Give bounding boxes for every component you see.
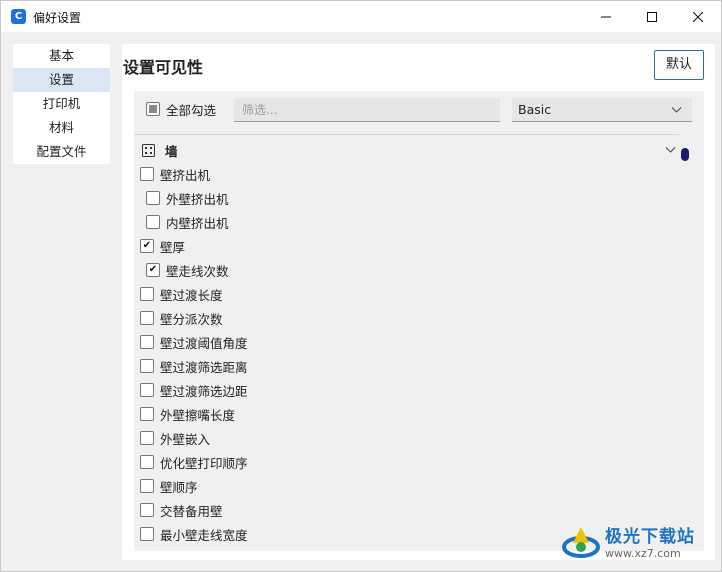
maximize-icon bbox=[647, 11, 657, 22]
settings-visibility-panel: 设置可见性 默认 全部勾选 Basic 墙 bbox=[122, 44, 715, 560]
setting-label: 壁过渡长度 bbox=[160, 287, 223, 303]
window-title: 偏好设置 bbox=[33, 11, 82, 25]
setting-label: 交替备用壁 bbox=[160, 503, 223, 519]
chevron-down-icon bbox=[671, 107, 682, 113]
minimize-button[interactable] bbox=[583, 1, 629, 32]
preferences-window: C 偏好设置 基本 设置 打印机 材料 配置文件 设置可见性 默认 全部勾选 B… bbox=[0, 0, 722, 572]
category-header-wall[interactable]: 墙 bbox=[142, 140, 682, 160]
setting-label: 壁分派次数 bbox=[160, 311, 223, 327]
close-icon bbox=[693, 11, 703, 22]
setting-list: 壁挤出机外壁挤出机内壁挤出机壁厚壁走线次数壁过渡长度壁分派次数壁过渡阈值角度壁过… bbox=[140, 162, 670, 546]
setting-checkbox[interactable] bbox=[146, 215, 160, 229]
scrollbar-thumb[interactable] bbox=[681, 148, 689, 161]
setting-label: 外壁挤出机 bbox=[166, 191, 229, 207]
watermark: 极光下载站 www.xz7.com bbox=[561, 519, 721, 567]
maximize-button[interactable] bbox=[629, 1, 675, 32]
filter-input[interactable] bbox=[234, 98, 500, 122]
watermark-url: www.xz7.com bbox=[605, 546, 681, 560]
category-label: 墙 bbox=[165, 143, 178, 159]
setting-checkbox[interactable] bbox=[146, 263, 160, 277]
watermark-brand: 极光下载站 bbox=[605, 526, 695, 547]
setting-label: 壁顺序 bbox=[160, 479, 198, 495]
setting-item[interactable]: 内壁挤出机 bbox=[140, 210, 670, 234]
setting-checkbox[interactable] bbox=[140, 167, 154, 181]
setting-item[interactable]: 外壁挤出机 bbox=[140, 186, 670, 210]
sidebar-item-materials[interactable]: 材料 bbox=[13, 116, 110, 140]
page-title: 设置可见性 bbox=[123, 58, 204, 77]
setting-checkbox[interactable] bbox=[140, 239, 154, 253]
setting-item[interactable]: 壁顺序 bbox=[140, 474, 670, 498]
setting-label: 最小壁走线宽度 bbox=[160, 527, 248, 543]
close-button[interactable] bbox=[675, 1, 721, 32]
setting-checkbox[interactable] bbox=[140, 527, 154, 541]
setting-label: 外壁嵌入 bbox=[160, 431, 211, 447]
category-divider bbox=[134, 134, 679, 135]
setting-label: 壁挤出机 bbox=[160, 167, 211, 183]
setting-label: 壁过渡筛选距离 bbox=[160, 359, 248, 375]
setting-item[interactable]: 优化壁打印顺序 bbox=[140, 450, 670, 474]
setting-checkbox[interactable] bbox=[140, 335, 154, 349]
visibility-level-value: Basic bbox=[518, 102, 552, 117]
select-all-checkbox-row[interactable]: 全部勾选 bbox=[146, 99, 216, 119]
setting-item[interactable]: 外壁嵌入 bbox=[140, 426, 670, 450]
settings-list-area: 全部勾选 Basic 墙 壁挤出机外壁挤出机内壁挤出机壁厚壁走线次数壁过渡长度壁… bbox=[134, 91, 704, 551]
setting-item[interactable]: 外壁擦嘴长度 bbox=[140, 402, 670, 426]
setting-item[interactable]: 壁走线次数 bbox=[140, 258, 670, 282]
select-all-checkbox[interactable] bbox=[146, 102, 160, 116]
setting-item[interactable]: 壁过渡筛选距离 bbox=[140, 354, 670, 378]
setting-checkbox[interactable] bbox=[140, 383, 154, 397]
setting-label: 优化壁打印顺序 bbox=[160, 455, 248, 471]
setting-checkbox[interactable] bbox=[140, 455, 154, 469]
setting-checkbox[interactable] bbox=[140, 503, 154, 517]
setting-checkbox[interactable] bbox=[140, 311, 154, 325]
setting-label: 壁过渡阈值角度 bbox=[160, 335, 248, 351]
setting-item[interactable]: 壁过渡筛选边距 bbox=[140, 378, 670, 402]
setting-checkbox[interactable] bbox=[146, 191, 160, 205]
setting-checkbox[interactable] bbox=[140, 407, 154, 421]
setting-label: 壁过渡筛选边距 bbox=[160, 383, 248, 399]
setting-label: 壁厚 bbox=[160, 239, 186, 255]
setting-item[interactable]: 壁厚 bbox=[140, 234, 670, 258]
sidebar-item-profiles[interactable]: 配置文件 bbox=[13, 140, 110, 164]
setting-label: 壁走线次数 bbox=[166, 263, 229, 279]
sidebar-item-printers[interactable]: 打印机 bbox=[13, 92, 110, 116]
app-logo-icon: C bbox=[11, 9, 26, 24]
sidebar-item-settings[interactable]: 设置 bbox=[13, 68, 110, 92]
grid-icon bbox=[142, 143, 155, 157]
visibility-level-select[interactable]: Basic bbox=[512, 98, 692, 122]
default-button[interactable]: 默认 bbox=[654, 50, 704, 80]
watermark-logo-icon bbox=[562, 527, 600, 558]
setting-item[interactable]: 壁过渡长度 bbox=[140, 282, 670, 306]
setting-item[interactable]: 壁分派次数 bbox=[140, 306, 670, 330]
sidebar-nav: 基本 设置 打印机 材料 配置文件 bbox=[13, 44, 110, 164]
setting-checkbox[interactable] bbox=[140, 479, 154, 493]
setting-checkbox[interactable] bbox=[140, 287, 154, 301]
setting-label: 外壁擦嘴长度 bbox=[160, 407, 236, 423]
chevron-down-icon bbox=[665, 147, 676, 153]
setting-checkbox[interactable] bbox=[140, 359, 154, 373]
setting-checkbox[interactable] bbox=[140, 431, 154, 445]
title-bar[interactable]: C 偏好设置 bbox=[1, 1, 721, 32]
setting-item[interactable]: 壁过渡阈值角度 bbox=[140, 330, 670, 354]
setting-label: 内壁挤出机 bbox=[166, 215, 229, 231]
minimize-icon bbox=[601, 16, 611, 17]
setting-item[interactable]: 壁挤出机 bbox=[140, 162, 670, 186]
select-all-label: 全部勾选 bbox=[166, 102, 217, 118]
sidebar-item-basic[interactable]: 基本 bbox=[13, 44, 110, 68]
